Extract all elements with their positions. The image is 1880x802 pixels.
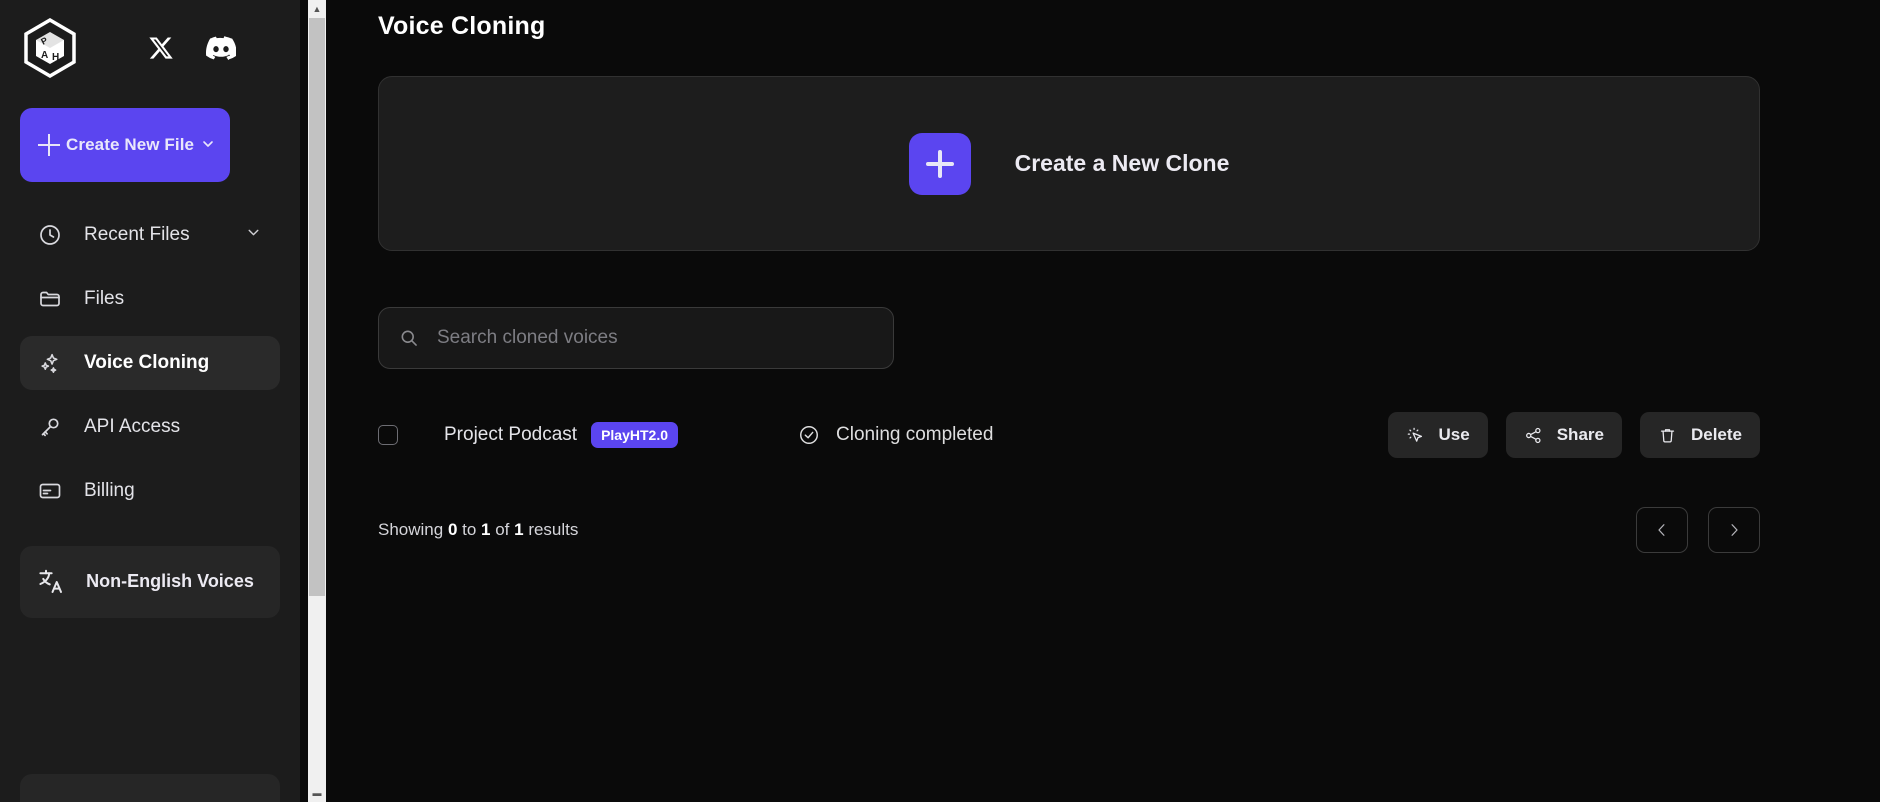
social-links: [148, 33, 237, 63]
prev-page-button[interactable]: [1636, 507, 1688, 553]
page-scrollbar[interactable]: ▲ ▬: [308, 0, 326, 802]
trash-icon: [1658, 426, 1678, 445]
search-bar[interactable]: [378, 307, 894, 369]
share-button-label: Share: [1556, 425, 1604, 444]
voice-row-checkbox[interactable]: [378, 425, 398, 445]
sidebar-item-label: Recent Files: [84, 224, 190, 245]
scrollbar-down-button[interactable]: ▬: [308, 784, 326, 802]
sidebar-item-billing[interactable]: Billing: [20, 464, 280, 518]
chevron-right-icon: [1731, 524, 1738, 536]
showing-suffix: results: [523, 520, 579, 539]
create-new-file-label: Create New File: [66, 135, 195, 155]
search-input[interactable]: [437, 327, 873, 349]
voice-status-label: Cloning completed: [836, 424, 994, 445]
delete-button-label: Delete: [1690, 425, 1742, 444]
sidebar-item-partial[interactable]: [20, 774, 280, 802]
sidebar-item-label: Non-English Voices: [86, 571, 254, 592]
showing-to: 1: [481, 520, 491, 539]
sidebar-item-label: Files: [84, 288, 125, 309]
translate-icon: [36, 567, 66, 597]
delete-button[interactable]: Delete: [1639, 412, 1760, 458]
plus-icon: [38, 134, 60, 156]
voice-name: Project Podcast: [444, 424, 578, 445]
voice-row: Project Podcast PlayHT2.0 Cloning comple…: [378, 411, 1760, 459]
sidebar-item-label: API Access: [84, 416, 181, 437]
use-button[interactable]: Use: [1387, 412, 1488, 458]
share-icon: [1524, 426, 1544, 445]
plus-icon[interactable]: [908, 132, 971, 195]
showing-mid: to: [457, 520, 482, 539]
voice-row-actions: Use Share Delete: [1387, 412, 1760, 458]
playht-logo[interactable]: P A H: [22, 17, 78, 79]
cursor-click-icon: [1406, 426, 1426, 445]
use-button-label: Use: [1438, 425, 1470, 444]
voice-status: Cloning completed: [798, 424, 993, 446]
check-circle-icon: [798, 424, 820, 446]
x-twitter-icon[interactable]: [148, 35, 174, 61]
triangle-up-icon: ▲: [312, 3, 322, 14]
sidebar-item-api-access[interactable]: API Access: [20, 400, 280, 454]
credit-card-icon: [38, 478, 64, 504]
sidebar: P A H Create New File Recent Files Files…: [0, 0, 300, 802]
showing-prefix: Showing: [378, 520, 448, 539]
sidebar-item-non-english-voices[interactable]: Non-English Voices: [20, 546, 280, 618]
create-new-file-button[interactable]: Create New File: [20, 108, 231, 182]
scrollbar-up-button[interactable]: ▲: [308, 0, 326, 18]
create-new-clone-card[interactable]: Create a New Clone: [378, 76, 1760, 251]
pagination: [1636, 507, 1760, 553]
scrollbar-thumb[interactable]: [309, 18, 325, 596]
clock-icon: [38, 222, 64, 248]
showing-from: 0: [447, 520, 458, 539]
sidebar-item-voice-cloning[interactable]: Voice Cloning: [20, 336, 280, 390]
sidebar-nav: Recent Files Files Voice Cloning API Acc…: [0, 208, 300, 546]
folder-icon: [38, 286, 64, 312]
main-content: Voice Cloning Create a New Clone Project…: [300, 0, 1880, 802]
showing-of: of: [490, 520, 515, 539]
showing-total: 1: [514, 520, 524, 539]
page-title: Voice Cloning: [378, 12, 546, 40]
app-root: P A H Create New File Recent Files Files…: [0, 0, 1880, 802]
sidebar-item-recent-files[interactable]: Recent Files: [20, 208, 280, 262]
results-footer: Showing 0 to 1 of 1 results: [378, 507, 1760, 553]
share-button[interactable]: Share: [1505, 412, 1622, 458]
sparkles-icon: [38, 350, 64, 376]
chevron-down-icon[interactable]: [200, 136, 216, 155]
next-page-button[interactable]: [1708, 507, 1760, 553]
chevron-down-icon[interactable]: [245, 224, 262, 246]
triangle-down-icon: ▬: [312, 787, 322, 798]
key-icon: [38, 414, 64, 440]
create-clone-label: Create a New Clone: [1014, 150, 1230, 176]
sidebar-header: P A H: [0, 0, 300, 96]
showing-results-text: Showing 0 to 1 of 1 results: [378, 520, 578, 540]
discord-icon[interactable]: [205, 33, 237, 63]
svg-text:H: H: [52, 52, 59, 63]
voice-model-badge: PlayHT2.0: [591, 422, 679, 448]
chevron-left-icon: [1658, 524, 1665, 536]
sidebar-item-label: Billing: [84, 480, 135, 501]
search-icon: [399, 328, 419, 348]
sidebar-item-files[interactable]: Files: [20, 272, 280, 326]
svg-text:A: A: [41, 50, 48, 61]
create-clone-inner: Create a New Clone: [908, 132, 1230, 195]
sidebar-item-label: Voice Cloning: [84, 352, 210, 373]
